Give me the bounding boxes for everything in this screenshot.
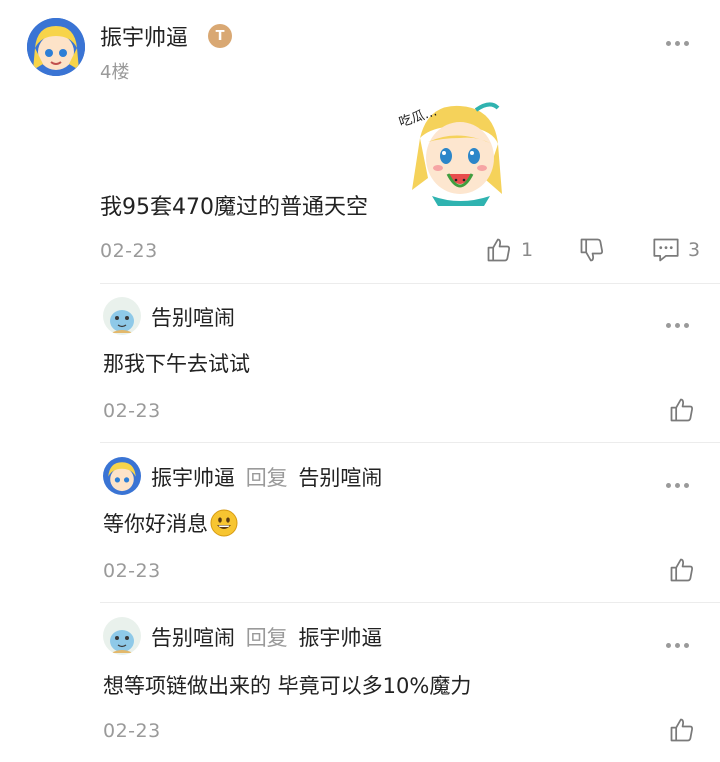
- reply-header: 告别喧闹 回复 振宇帅逼: [151, 622, 382, 652]
- reply-content-row: 等你好消息: [103, 508, 238, 538]
- squirtle-avatar-icon: [103, 297, 141, 335]
- main-post-content: 我95套470魔过的普通天空: [100, 195, 368, 220]
- squirtle-avatar-icon: [103, 617, 141, 655]
- reply-date: 02-23: [103, 560, 161, 582]
- main-post-comment-button[interactable]: 3: [652, 237, 700, 263]
- reply-author[interactable]: 告别喧闹: [151, 306, 235, 330]
- smile-emoji-icon: [210, 509, 238, 537]
- reply-avatar[interactable]: [103, 457, 141, 495]
- anime-girl-avatar-icon: [103, 457, 141, 495]
- thumbs-up-icon: [670, 558, 693, 582]
- reply-target[interactable]: 振宇帅逼: [298, 626, 382, 650]
- thumbs-up-icon: [487, 238, 510, 262]
- reply-content: 那我下午去试试: [103, 352, 250, 376]
- reply-content: 等你好消息: [103, 512, 208, 536]
- reply-more-button[interactable]: [664, 640, 690, 650]
- reply-keyword: 回复: [245, 626, 288, 650]
- reply-date: 02-23: [103, 720, 161, 742]
- reply-avatar[interactable]: [103, 617, 141, 655]
- reply-more-button[interactable]: [664, 480, 690, 490]
- reply-header: 告别喧闹: [151, 302, 235, 332]
- main-post-avatar[interactable]: [27, 18, 85, 76]
- reply-author[interactable]: 告别喧闹: [151, 626, 235, 650]
- thumbs-up-icon: [670, 718, 693, 742]
- reply-content: 想等项链做出来的 毕竟可以多10%魔力: [103, 674, 472, 698]
- author-badge-icon: T: [208, 24, 232, 48]
- reply-header: 振宇帅逼 回复 告别喧闹: [151, 462, 382, 492]
- thumbs-down-icon: [580, 238, 603, 262]
- main-post-dislike-button[interactable]: [578, 236, 606, 264]
- thumbs-up-icon: [670, 398, 693, 422]
- reply-keyword: 回复: [245, 466, 288, 490]
- reply-date: 02-23: [103, 400, 161, 422]
- reply-like-button[interactable]: [668, 716, 696, 744]
- main-post-more-button[interactable]: [664, 38, 690, 48]
- watermelon-sticker: 吃瓜…: [397, 98, 508, 206]
- comment-icon: [653, 238, 679, 262]
- reply-like-button[interactable]: [668, 556, 696, 584]
- reply-more-button[interactable]: [664, 320, 690, 330]
- reply-author[interactable]: 振宇帅逼: [151, 466, 235, 490]
- divider: [100, 442, 720, 443]
- reply-avatar[interactable]: [103, 297, 141, 335]
- main-post-date: 02-23: [100, 240, 158, 262]
- like-count: 1: [521, 239, 534, 261]
- divider: [100, 602, 720, 603]
- main-post-like-button[interactable]: 1: [485, 236, 533, 264]
- main-post-author[interactable]: 振宇帅逼: [100, 20, 188, 52]
- author-badge-label: T: [215, 28, 225, 44]
- reply-like-button[interactable]: [668, 396, 696, 424]
- reply-target[interactable]: 告别喧闹: [298, 466, 382, 490]
- divider: [100, 283, 720, 284]
- floor-label: 4楼: [100, 62, 130, 83]
- comment-count: 3: [688, 239, 701, 261]
- anime-girl-avatar-icon: [27, 18, 85, 76]
